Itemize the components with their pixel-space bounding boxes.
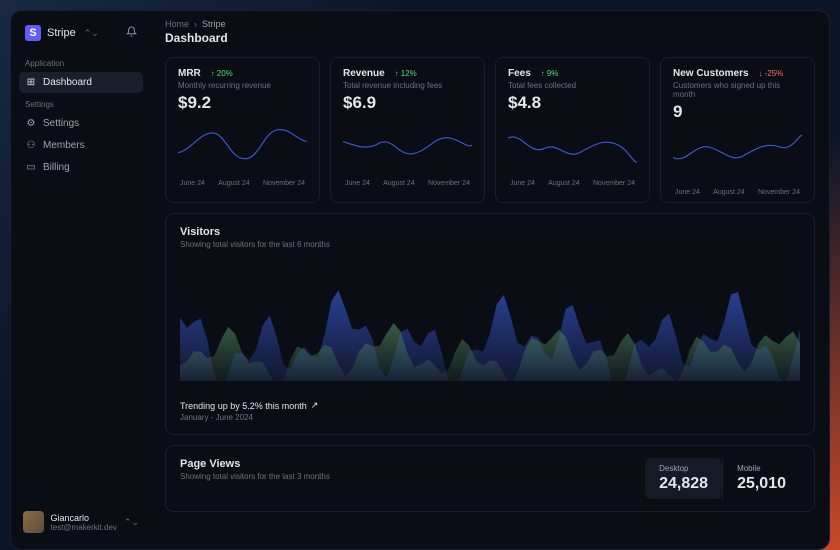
metric-card: MRR ↑20% Monthly recurring revenue $9.2 … (165, 57, 320, 203)
card-subtitle: Showing total visitors for the last 3 mo… (180, 472, 645, 481)
chevron-up-down-icon: ⌃⌄ (124, 517, 139, 528)
breadcrumb: Home › Stripe (165, 19, 815, 29)
nav-billing[interactable]: ▭ Billing (19, 157, 143, 178)
trend-range: January - June 2024 (180, 413, 800, 422)
metric-card: Fees ↑9% Total fees collected $4.8 June … (495, 57, 650, 203)
brand-switcher[interactable]: S Stripe ⌃⌄ (19, 21, 143, 53)
section-label: Settings (19, 94, 143, 113)
metric-subtitle: Total fees collected (508, 81, 637, 90)
user-name: Giancarlo (51, 513, 117, 523)
spark-labels: June 24August 24November 24 (508, 180, 637, 187)
stat-label: Mobile (737, 464, 786, 473)
metric-sparkline (343, 119, 472, 171)
metric-card: Revenue ↑12% Total revenue including fee… (330, 57, 485, 203)
brand-name: Stripe (47, 27, 76, 39)
metric-value: $4.8 (508, 93, 637, 113)
nav-members[interactable]: ⚇ Members (19, 135, 143, 156)
dashboard-icon: ⊞ (26, 78, 36, 88)
page-views-tab[interactable]: Mobile 25,010 (722, 458, 800, 499)
metric-delta: ↑9% (537, 68, 563, 79)
metrics-row: MRR ↑20% Monthly recurring revenue $9.2 … (165, 57, 815, 203)
brand-logo: S (25, 25, 41, 41)
nav-label: Settings (43, 118, 79, 129)
metric-value: $9.2 (178, 93, 307, 113)
metric-delta: ↓-25% (755, 68, 788, 79)
card-subtitle: Showing total visitors for the last 6 mo… (180, 240, 800, 249)
stat-label: Desktop (659, 464, 708, 473)
spark-labels: June 24August 24November 24 (178, 180, 307, 187)
section-label: Application (19, 53, 143, 72)
metric-subtitle: Monthly recurring revenue (178, 81, 307, 90)
stat-value: 25,010 (737, 475, 786, 493)
metric-sparkline (673, 128, 802, 180)
breadcrumb-home[interactable]: Home (165, 19, 189, 29)
nav-label: Billing (43, 162, 70, 173)
main-content: Home › Stripe Dashboard MRR ↑20% Monthly… (151, 11, 829, 549)
card-title: Page Views (180, 458, 645, 470)
metric-delta: ↑12% (391, 68, 421, 79)
nav-dashboard[interactable]: ⊞ Dashboard (19, 72, 143, 93)
arrow-up-icon: ↑ (395, 69, 399, 78)
metric-subtitle: Customers who signed up this month (673, 81, 802, 99)
arrow-up-icon: ↑ (541, 69, 545, 78)
trend-text: Trending up by 5.2% this month ↗ (180, 400, 800, 411)
nav-label: Members (43, 140, 85, 151)
visitors-chart (180, 261, 800, 381)
nav-label: Dashboard (43, 77, 92, 88)
metric-sparkline (178, 119, 307, 171)
metric-title: New Customers (673, 68, 749, 79)
metric-delta: ↑20% (207, 68, 237, 79)
metric-value: $6.9 (343, 93, 472, 113)
user-email: test@makerkit.dev (51, 523, 117, 532)
nav-settings[interactable]: ⚙ Settings (19, 113, 143, 134)
spark-labels: June 24August 24November 24 (673, 189, 802, 196)
user-menu[interactable]: Giancarlo test@makerkit.dev ⌃⌄ (19, 505, 143, 539)
card-title: Visitors (180, 226, 800, 238)
bell-icon[interactable] (126, 26, 137, 40)
page-title: Dashboard (165, 31, 815, 45)
metric-value: 9 (673, 102, 802, 122)
page-views-tabs: Desktop 24,828Mobile 25,010 (645, 458, 800, 499)
arrow-up-icon: ↑ (211, 69, 215, 78)
chevron-up-down-icon: ⌃⌄ (84, 28, 99, 39)
arrow-down-icon: ↓ (759, 69, 763, 78)
chevron-right-icon: › (194, 19, 197, 29)
avatar (23, 511, 44, 533)
metric-sparkline (508, 119, 637, 171)
members-icon: ⚇ (26, 141, 36, 151)
spark-labels: June 24August 24November 24 (343, 180, 472, 187)
gear-icon: ⚙ (26, 119, 36, 129)
metric-card: New Customers ↓-25% Customers who signed… (660, 57, 815, 203)
billing-icon: ▭ (26, 163, 36, 173)
metric-title: MRR (178, 68, 201, 79)
metric-subtitle: Total revenue including fees (343, 81, 472, 90)
breadcrumb-current: Stripe (202, 19, 226, 29)
metric-title: Revenue (343, 68, 385, 79)
page-views-card: Page Views Showing total visitors for th… (165, 445, 815, 512)
metric-title: Fees (508, 68, 531, 79)
page-views-tab[interactable]: Desktop 24,828 (645, 458, 722, 499)
sidebar: S Stripe ⌃⌄ Application ⊞ Dashboard Sett… (11, 11, 151, 549)
trend-up-icon: ↗ (311, 400, 319, 411)
stat-value: 24,828 (659, 475, 708, 493)
visitors-card: Visitors Showing total visitors for the … (165, 213, 815, 435)
